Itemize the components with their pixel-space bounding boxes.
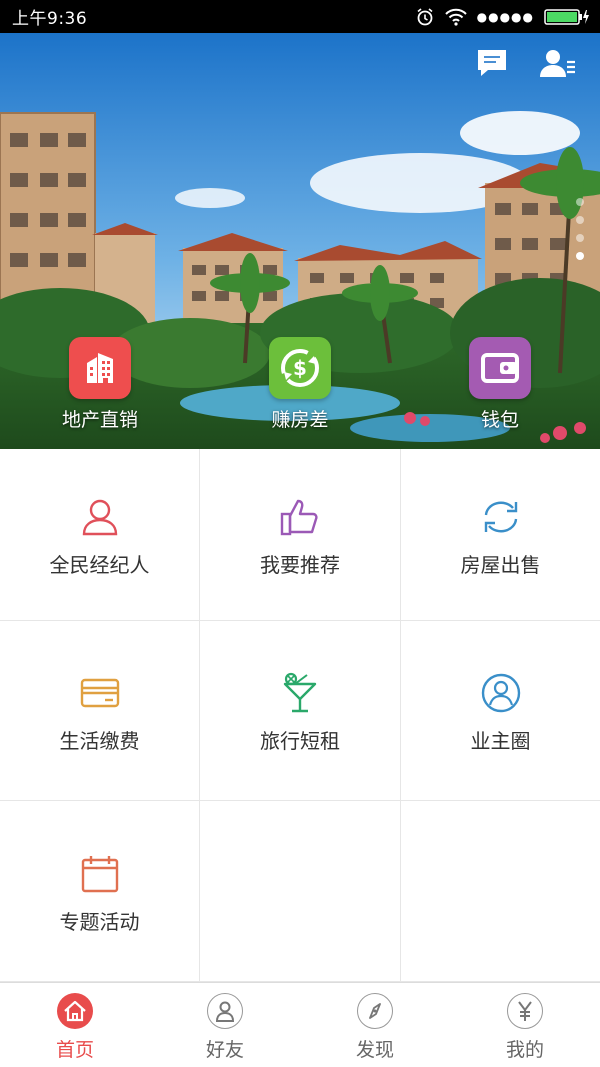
grid-item-label: 专题活动 [59, 909, 140, 934]
tab-label: 发现 [355, 1039, 394, 1061]
friend-icon [207, 993, 243, 1029]
status-icons: ●●●●● [415, 7, 590, 27]
pager-dot[interactable] [576, 198, 584, 206]
person-icon [78, 495, 122, 539]
dollar-cycle-icon: $ [269, 337, 331, 399]
grid-item-label: 旅行短租 [260, 729, 340, 753]
message-button[interactable] [472, 47, 512, 83]
compass-icon [357, 993, 393, 1029]
grid-item-special-events[interactable]: 专题活动 [0, 801, 200, 982]
grid-item-owner-circle[interactable]: 业主圈 [401, 621, 600, 801]
chat-icon [476, 48, 508, 82]
svg-text:$: $ [293, 356, 307, 380]
bottom-tab-bar: 首页 好友 发现 我的 [0, 982, 600, 1067]
user-list-icon [539, 48, 577, 82]
grid-item-bill-payment[interactable]: 生活缴费 [0, 621, 200, 801]
status-bar: 上午9:36 ●●●●● [0, 0, 600, 33]
user-circle-icon [479, 671, 523, 715]
quick-action-property-direct[interactable]: 地产直销 [35, 337, 165, 432]
quick-action-earn-difference[interactable]: $ 赚房差 [235, 337, 365, 432]
quick-action-wallet[interactable]: 钱包 [435, 337, 565, 432]
banner[interactable]: 地产直销 $ 赚房差 钱包 [0, 33, 600, 449]
grid-item-label: 房屋出售 [460, 553, 541, 577]
tab-label: 好友 [205, 1039, 244, 1061]
grid-item-label: 我要推荐 [260, 553, 340, 577]
feature-grid: 全民经纪人 我要推荐 房屋出售 生活缴费 旅行短租 业主圈 专题活动 [0, 449, 600, 982]
cocktail-icon [278, 671, 322, 715]
pager-dot[interactable] [576, 234, 584, 242]
quick-action-label: 钱包 [480, 409, 519, 431]
grid-empty-cell [401, 801, 600, 982]
pager-dot-active[interactable] [576, 252, 584, 260]
wifi-icon [444, 8, 467, 26]
grid-item-recommend[interactable]: 我要推荐 [200, 449, 401, 621]
battery-icon [544, 8, 590, 26]
wallet-icon [469, 337, 531, 399]
refresh-arrows-icon [479, 495, 523, 539]
grid-item-label: 业主圈 [470, 729, 531, 753]
grid-item-house-sale[interactable]: 房屋出售 [401, 449, 600, 621]
grid-item-travel-rental[interactable]: 旅行短租 [200, 621, 401, 801]
banner-pager[interactable] [576, 198, 584, 260]
tab-label: 我的 [505, 1039, 544, 1061]
yen-icon [507, 993, 543, 1029]
signal-icon: ●●●●● [476, 9, 534, 24]
quick-action-label: 赚房差 [271, 409, 329, 431]
status-time: 上午9:36 [12, 9, 88, 29]
alarm-icon [415, 7, 435, 27]
grid-item-label: 生活缴费 [59, 729, 140, 753]
card-icon [78, 671, 122, 715]
tab-discover[interactable]: 发现 [300, 983, 450, 1067]
calendar-icon [78, 852, 122, 896]
user-menu-button[interactable] [538, 47, 578, 83]
pager-dot[interactable] [576, 216, 584, 224]
tab-label: 首页 [55, 1039, 94, 1061]
home-icon [57, 993, 93, 1029]
tab-friends[interactable]: 好友 [150, 983, 300, 1067]
grid-empty-cell [200, 801, 401, 982]
grid-item-label: 全民经纪人 [49, 553, 150, 577]
grid-item-broker[interactable]: 全民经纪人 [0, 449, 200, 621]
building-icon [69, 337, 131, 399]
thumbs-up-icon [278, 495, 322, 539]
tab-home[interactable]: 首页 [0, 983, 150, 1067]
quick-action-label: 地产直销 [61, 409, 138, 431]
tab-mine[interactable]: 我的 [450, 983, 600, 1067]
